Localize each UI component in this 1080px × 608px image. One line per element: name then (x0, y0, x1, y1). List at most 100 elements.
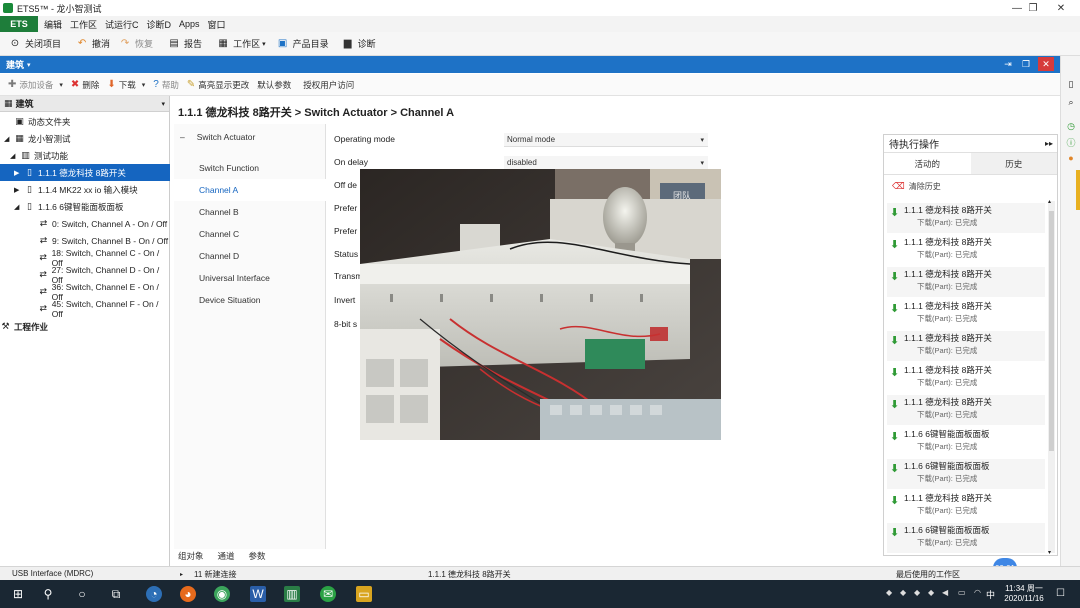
highlight-changes-button[interactable]: ✎ 高亮显示更改 (187, 79, 249, 91)
wifi-icon[interactable]: ◠ (974, 588, 984, 598)
tray-icon-3[interactable]: ◆ (914, 588, 924, 598)
workspace-button[interactable]: ▦ 工作区 ▾ (216, 37, 265, 50)
catalog-button[interactable]: ▣ 产品目录 (276, 37, 329, 50)
param-dropdown[interactable]: disabled ▾ (504, 156, 708, 170)
tree-item[interactable]: ◢ ▯ 1.1.6 6键智能面板面板 (0, 198, 170, 215)
tree-item[interactable]: ▶ ▯ 1.1.1 德龙科技 8路开关 (0, 164, 170, 181)
undo-button[interactable]: ↶ 撤消 (75, 37, 110, 50)
tab-parameters[interactable]: 参数 (249, 550, 266, 562)
diagnostics-button[interactable]: ▆ 诊断 (341, 37, 376, 50)
param-page-item[interactable]: Device Situation (174, 289, 326, 311)
tree-item[interactable]: ◢ ▦ 龙小智测试 (0, 130, 170, 147)
chevron-down-icon[interactable]: ▾ (161, 100, 165, 108)
pending-ops-tab[interactable] (1076, 170, 1080, 210)
param-page-item[interactable]: Universal Interface (174, 267, 326, 289)
menu-diagnostics[interactable]: 诊断D (147, 18, 172, 31)
menu-apps[interactable]: Apps (179, 19, 200, 29)
tree-item[interactable]: ⇄ 36: Switch, Channel E - On / Off (0, 282, 170, 302)
history-scrollbar[interactable]: ▴ ▾ (1048, 198, 1055, 556)
redo-button[interactable]: ↷ 恢复 (118, 37, 153, 50)
close-window-button[interactable]: ✕ (1046, 0, 1076, 16)
collapse-panel-icon[interactable]: ▸▸ (1045, 139, 1053, 148)
panel-title[interactable]: 建筑 (6, 58, 24, 71)
ime-indicator[interactable]: 中 (986, 588, 996, 600)
volume-icon[interactable]: ◀ (942, 588, 952, 598)
pin-icon[interactable]: ⇥ (1000, 57, 1016, 71)
tab-group-objects[interactable]: 组对象 (178, 550, 204, 562)
expand-arrow-icon[interactable]: ◢ (10, 152, 18, 160)
clear-history-button[interactable]: ⌫ 清除历史 (892, 181, 941, 192)
tab-history[interactable]: 历史 (970, 153, 1057, 174)
clock-icon[interactable]: ◷ (1065, 120, 1077, 132)
info-icon[interactable]: ⓘ (1065, 136, 1077, 148)
interface-status[interactable]: USB Interface (MDRC) (12, 569, 93, 578)
param-page-item[interactable]: Channel C (174, 223, 326, 245)
search-icon[interactable]: ⌕ (1065, 96, 1077, 108)
expand-arrow-icon[interactable]: ◢ (14, 203, 22, 211)
param-page-item[interactable]: Switch Function (174, 157, 326, 179)
windows-start-icon[interactable]: ⊞ (10, 586, 26, 602)
expand-arrow-icon[interactable]: ▶ (14, 186, 22, 194)
scroll-up-icon[interactable]: ▴ (1048, 198, 1051, 205)
history-item[interactable]: ⬇ 1.1.6 6键智能面板面板 下载(Part): 已完成 (887, 427, 1045, 457)
menu-workspace[interactable]: 工作区 (70, 18, 97, 31)
param-dropdown[interactable]: Normal mode ▾ (504, 133, 708, 147)
history-item[interactable]: ⬇ 1.1.6 6键智能面板面板 下载(Part): 已完成 (887, 459, 1045, 489)
chrome-icon[interactable]: ◉ (214, 586, 230, 602)
history-item[interactable]: ⬇ 1.1.1 德龙科技 8路开关 下载(Part): 已完成 (887, 331, 1045, 361)
project-work-item[interactable]: ⚒ 工程作业 (0, 318, 170, 335)
default-params-button[interactable]: 默认参数 (257, 79, 291, 91)
history-item[interactable]: ⬇ 1.1.1 德龙科技 8路开关 下载(Part): 已完成 (887, 363, 1045, 393)
scroll-down-icon[interactable]: ▾ (1048, 549, 1051, 556)
search-icon[interactable]: ⚲ (40, 586, 56, 602)
add-device-button[interactable]: ✚ 添加设备 ▾ (8, 79, 63, 91)
restore-panel-icon[interactable]: ❐ (1018, 57, 1034, 71)
task-view-icon[interactable]: ⧉ (108, 586, 124, 602)
wechat-icon[interactable]: ✉ (320, 586, 336, 602)
tree-item[interactable]: ⇄ 9: Switch, Channel B - On / Off (0, 232, 170, 249)
maximize-button[interactable]: ❐ (1018, 0, 1048, 16)
tab-channels[interactable]: 通道 (218, 550, 235, 562)
help-button[interactable]: ? 帮助 (153, 79, 179, 91)
param-page-item[interactable]: Channel B (174, 201, 326, 223)
browser-icon[interactable]: ◔ (146, 586, 162, 602)
history-item[interactable]: ⬇ 1.1.1 德龙科技 8路开关 下载(Part): 已完成 (887, 203, 1045, 233)
param-page-switch-actuator[interactable]: – Switch Actuator (174, 126, 326, 148)
history-item[interactable]: ⬇ 1.1.6 6键智能面板面板 下载(Part): 已完成 (887, 523, 1045, 553)
tray-icon-4[interactable]: ◆ (928, 588, 938, 598)
scrollbar-thumb[interactable] (1049, 211, 1054, 451)
menu-window[interactable]: 窗口 (208, 18, 226, 31)
authorize-access-button[interactable]: 授权用户访问 (303, 79, 354, 91)
tree-item[interactable]: ◢ ▥ 测试功能 (0, 147, 170, 164)
app-w-icon[interactable]: W (250, 586, 266, 602)
tree-item[interactable]: ⇄ 0: Switch, Channel A - On / Off (0, 215, 170, 232)
taskbar-clock[interactable]: 11:34 周一 2020/11/16 (1000, 584, 1048, 604)
cortana-icon[interactable]: ○ (74, 586, 90, 602)
history-item[interactable]: ⬇ 1.1.1 德龙科技 8路开关 下载(Part): 已完成 (887, 235, 1045, 265)
file-explorer-icon[interactable]: ▭ (356, 586, 372, 602)
todo-icon[interactable]: ● (1065, 152, 1077, 164)
tree-item[interactable]: ▣ 动态文件夹 (0, 113, 170, 130)
history-item[interactable]: ⬇ 1.1.1 德龙科技 8路开关 下载(Part): 已完成 (887, 491, 1045, 521)
tray-icon-1[interactable]: ◆ (886, 588, 896, 598)
history-item[interactable]: ⬇ 1.1.1 德龙科技 8路开关 下载(Part): 已完成 (887, 299, 1045, 329)
notification-icon[interactable]: ☐ (1056, 588, 1066, 599)
close-panel-icon[interactable]: ✕ (1038, 57, 1054, 71)
expand-arrow-icon[interactable]: ▶ (14, 169, 22, 177)
tree-item[interactable]: ⇄ 27: Switch, Channel D - On / Off (0, 265, 170, 285)
param-page-item[interactable]: Channel D (174, 245, 326, 267)
ets-menu-button[interactable]: ETS (0, 16, 38, 32)
tree-item[interactable]: ⇄ 18: Switch, Channel C - On / Off (0, 248, 170, 268)
tab-active[interactable]: 活动的 (884, 153, 971, 174)
report-button[interactable]: ▤ 报告 (167, 37, 202, 50)
menu-edit[interactable]: 编辑 (44, 18, 62, 31)
tray-icon-2[interactable]: ◆ (900, 588, 910, 598)
properties-icon[interactable]: ▯ (1065, 78, 1077, 90)
tree-item[interactable]: ▶ ▯ 1.1.4 MK22 xx io 输入模块 (0, 181, 170, 198)
ets-taskbar-icon[interactable]: ▥ (284, 586, 300, 602)
param-page-item[interactable]: Channel A (174, 179, 326, 201)
firefox-icon[interactable]: ◕ (180, 586, 196, 602)
history-item[interactable]: ⬇ 1.1.1 德龙科技 8路开关 下载(Part): 已完成 (887, 267, 1045, 297)
expand-arrow-icon[interactable]: ◢ (4, 135, 12, 143)
history-item[interactable]: ⬇ 1.1.1 德龙科技 8路开关 下载(Part): 已完成 (887, 395, 1045, 425)
